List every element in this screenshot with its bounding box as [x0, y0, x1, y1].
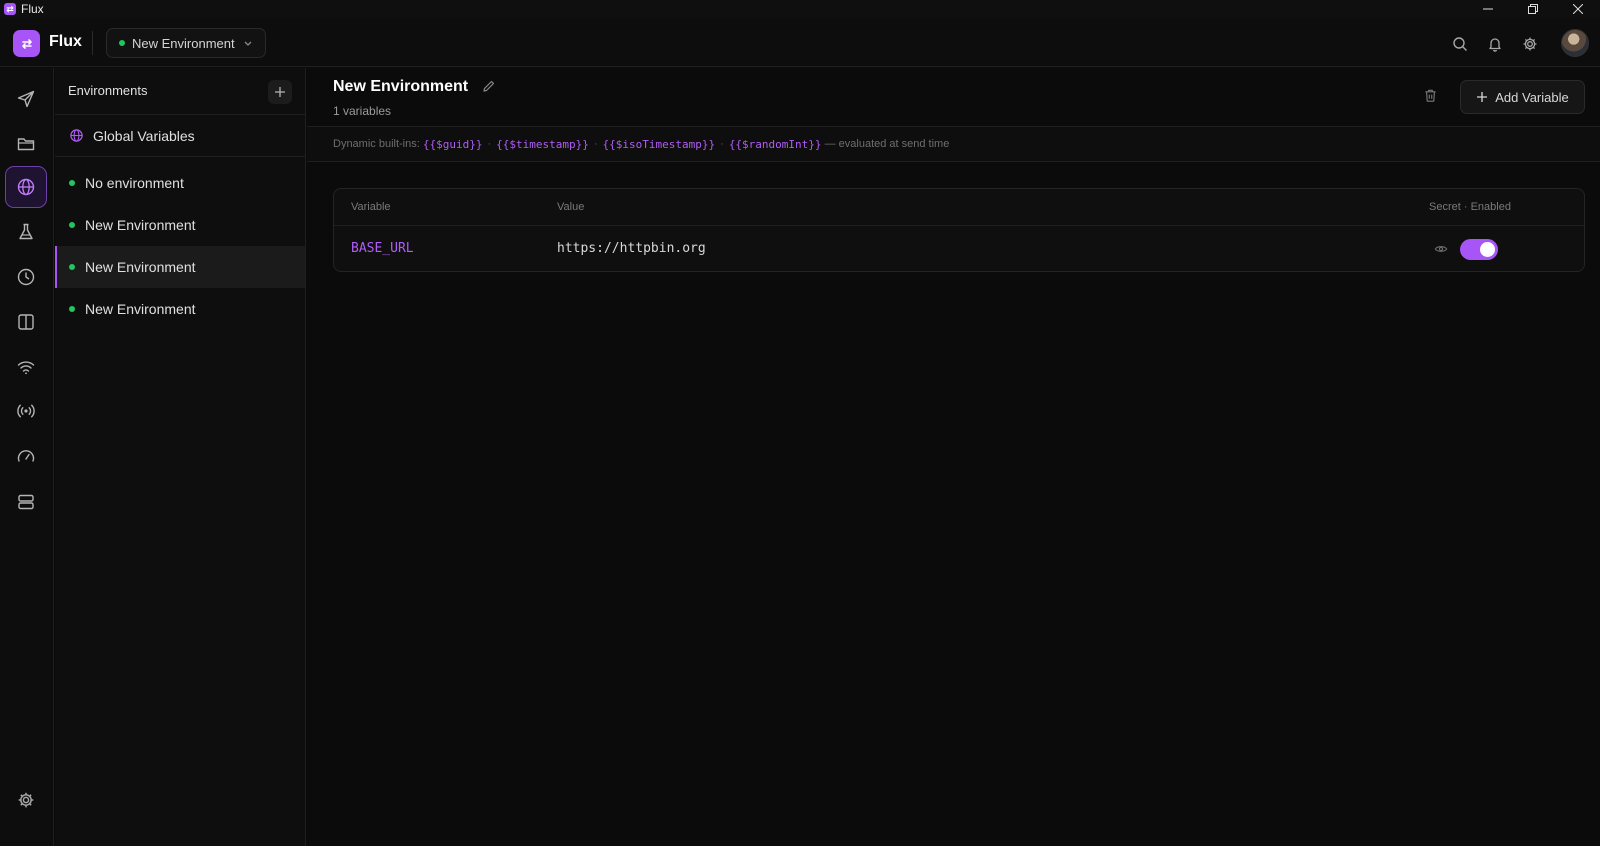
status-dot — [69, 264, 75, 270]
environment-list: No environment New Environment New Envir… — [55, 157, 305, 330]
delete-environment-button[interactable] — [1423, 88, 1438, 108]
builtin-token: {{$guid}} — [422, 137, 483, 151]
broadcast-icon — [17, 404, 35, 418]
environments-panel: Environments Global Variables No environ… — [55, 68, 306, 846]
toggle-knob — [1480, 242, 1495, 257]
add-variable-label: Add Variable — [1495, 89, 1569, 105]
builtin-token: {{$isoTimestamp}} — [602, 137, 716, 151]
column-header-value: Value — [557, 201, 585, 213]
flask-icon — [19, 223, 33, 240]
environment-item[interactable]: No environment — [55, 162, 305, 204]
variable-value[interactable]: https://httpbin.org — [557, 241, 706, 256]
add-variable-button[interactable]: Add Variable — [1460, 80, 1585, 114]
status-dot — [69, 222, 75, 228]
rail-environments[interactable] — [5, 166, 47, 208]
gear-icon — [18, 792, 34, 808]
column-header-variable: Variable — [351, 201, 391, 213]
rail-tests[interactable] — [5, 211, 47, 253]
builtins-suffix: — evaluated at send time — [824, 138, 950, 150]
server-icon — [18, 494, 34, 510]
environment-item-label: New Environment — [85, 259, 196, 275]
global-variables-item[interactable]: Global Variables — [55, 115, 305, 157]
status-dot — [69, 306, 75, 312]
builtins-prefix: Dynamic built-ins: — [333, 138, 420, 150]
rail-requests[interactable] — [5, 78, 47, 120]
history-icon — [17, 268, 35, 286]
wifi-icon — [17, 361, 35, 375]
table-row[interactable]: BASE_URL https://httpbin.org — [334, 226, 1584, 271]
globe-icon — [70, 129, 83, 142]
environment-selector[interactable]: New Environment — [106, 28, 266, 58]
page-title: New Environment — [333, 78, 469, 95]
environments-panel-title: Environments — [68, 83, 148, 98]
flux-logo-icon — [13, 30, 40, 57]
pencil-icon[interactable] — [482, 79, 496, 93]
status-dot — [69, 180, 75, 186]
search-icon — [1453, 37, 1467, 51]
close-button[interactable] — [1555, 0, 1600, 18]
builtin-token: {{$timestamp}} — [496, 137, 589, 151]
rail-collections[interactable] — [5, 123, 47, 165]
environment-item-label: New Environment — [85, 301, 196, 317]
window-title: Flux — [21, 2, 44, 16]
builtin-token: {{$randomInt}} — [728, 137, 822, 151]
enabled-toggle[interactable] — [1460, 239, 1498, 260]
avatar[interactable] — [1561, 29, 1589, 57]
rail-realtime[interactable] — [5, 390, 47, 432]
search-button[interactable] — [1451, 35, 1469, 53]
eye-icon[interactable] — [1434, 242, 1448, 256]
dynamic-builtins-bar: Dynamic built-ins: {{$guid}} · {{$timesta… — [307, 127, 1600, 162]
environments-panel-header: Environments — [55, 68, 305, 115]
chevron-down-icon — [244, 41, 252, 46]
table-header: Variable Value Secret · Enabled — [334, 189, 1584, 226]
send-icon — [17, 90, 35, 108]
global-variables-label: Global Variables — [93, 127, 195, 144]
environment-editor: New Environment 1 variables Add Variable… — [307, 68, 1600, 846]
os-titlebar: ⇄ Flux — [0, 0, 1600, 18]
header-divider — [92, 31, 93, 55]
globe-icon — [17, 178, 35, 196]
variables-table: Variable Value Secret · Enabled BASE_URL… — [333, 188, 1585, 272]
rail-performance[interactable] — [5, 436, 47, 478]
minimize-button[interactable] — [1465, 0, 1510, 18]
environment-selector-label: New Environment — [132, 35, 235, 51]
settings-button[interactable] — [1521, 35, 1539, 53]
rail-websocket[interactable] — [5, 346, 47, 388]
icon-rail — [0, 68, 54, 846]
plus-icon — [275, 87, 285, 97]
trash-icon — [1425, 89, 1436, 102]
plus-icon — [1477, 92, 1488, 102]
editor-header: New Environment 1 variables Add Variable — [307, 68, 1600, 127]
brand-name: Flux — [49, 33, 82, 50]
close-icon — [1572, 4, 1583, 14]
restore-button[interactable] — [1510, 0, 1555, 18]
environment-item-label: No environment — [85, 175, 184, 191]
app-header: Flux New Environment — [0, 18, 1600, 67]
window-controls — [1465, 0, 1600, 18]
environment-item[interactable]: New Environment — [55, 204, 305, 246]
gear-icon — [1523, 37, 1537, 51]
rail-history[interactable] — [5, 256, 47, 298]
rail-split-view[interactable] — [5, 301, 47, 343]
rail-settings[interactable] — [5, 779, 47, 821]
add-environment-button[interactable] — [268, 80, 292, 104]
folder-icon — [17, 138, 35, 151]
bell-icon — [1489, 38, 1501, 52]
minimize-icon — [1482, 8, 1493, 10]
split-view-icon — [18, 314, 34, 330]
column-header-flags: Secret · Enabled — [1429, 201, 1511, 213]
notifications-button[interactable] — [1486, 35, 1504, 53]
status-dot — [119, 40, 125, 46]
rail-servers[interactable] — [5, 481, 47, 523]
environment-item[interactable]: New Environment — [55, 288, 305, 330]
environment-item-label: New Environment — [85, 217, 196, 233]
app-icon: ⇄ — [4, 3, 16, 15]
variable-count: 1 variables — [333, 104, 392, 118]
environment-item-selected[interactable]: New Environment — [55, 246, 305, 288]
gauge-icon — [17, 450, 35, 462]
variable-name[interactable]: BASE_URL — [351, 241, 414, 256]
restore-icon — [1527, 4, 1538, 14]
